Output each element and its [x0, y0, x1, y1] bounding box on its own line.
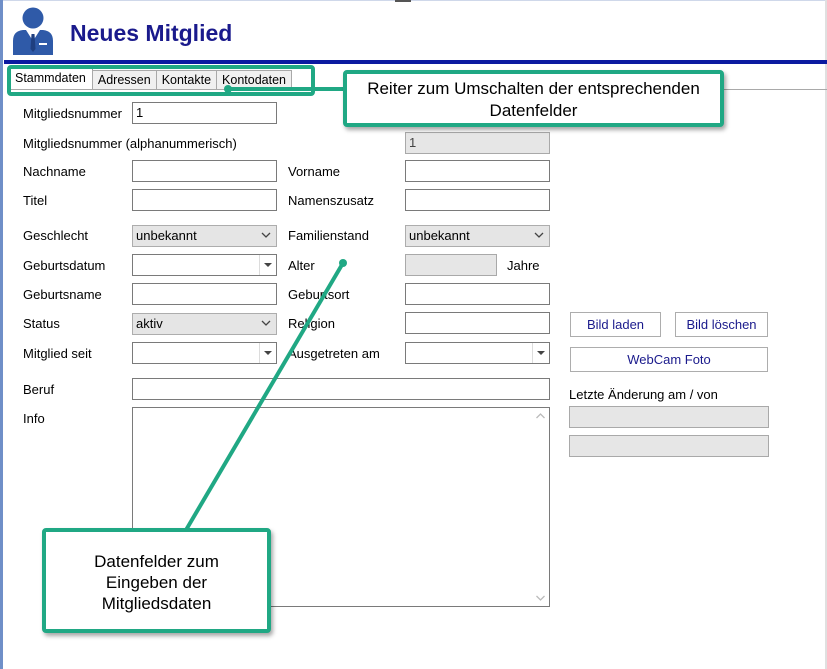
- callout-fields-line-3: Mitgliedsdaten: [101, 594, 212, 613]
- callout-fields-line-2: Eingeben der: [105, 573, 208, 592]
- callout-tabs: Reiter zum Umschalten der entsprechenden…: [343, 70, 724, 127]
- callout-fields: Datenfelder zum Eingeben der Mitgliedsda…: [42, 528, 271, 633]
- callout-fields-line-1: Datenfelder zum: [94, 552, 219, 571]
